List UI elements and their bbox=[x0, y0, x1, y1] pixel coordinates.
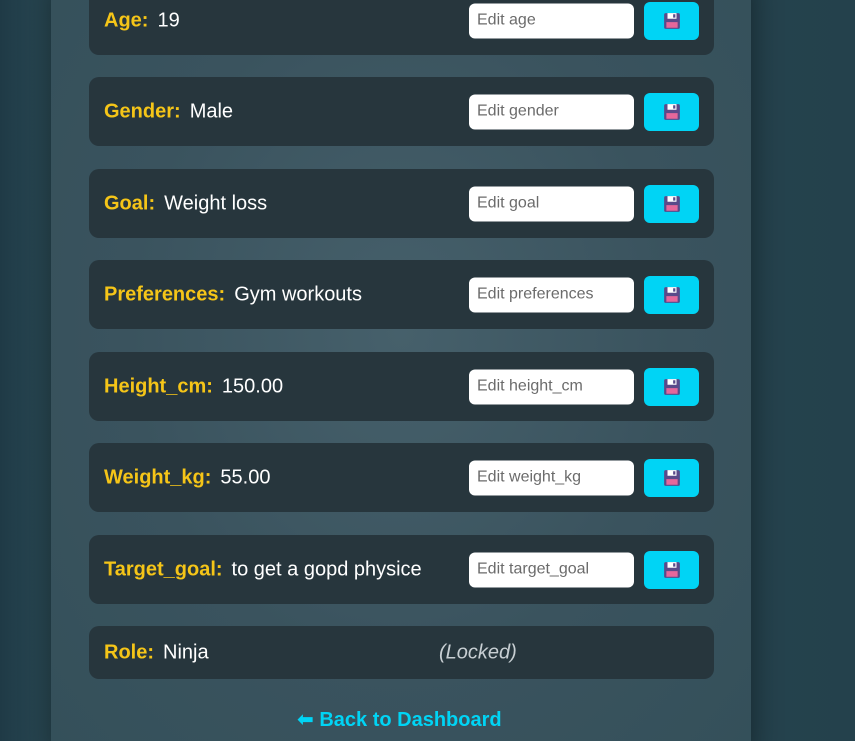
field-row-role: Role: Ninja (Locked) bbox=[89, 626, 714, 679]
floppy-disk-icon bbox=[663, 195, 680, 212]
field-row-weight-kg: Weight_kg: 55.00 bbox=[89, 443, 714, 512]
field-label-role: Role: Ninja bbox=[104, 641, 209, 663]
edit-weight-kg-input[interactable] bbox=[469, 460, 634, 495]
floppy-disk-icon bbox=[663, 103, 680, 120]
locked-status: (Locked) bbox=[439, 641, 517, 663]
back-to-dashboard-label: Back to Dashboard bbox=[319, 709, 502, 731]
field-row-age: Age: 19 bbox=[89, 0, 714, 55]
back-to-dashboard-link[interactable]: ⬅ Back to Dashboard bbox=[297, 707, 502, 732]
save-weight-kg-button[interactable] bbox=[644, 458, 699, 497]
save-gender-button[interactable] bbox=[644, 92, 699, 131]
save-preferences-button[interactable] bbox=[644, 275, 699, 314]
edit-goal-input[interactable] bbox=[469, 186, 634, 221]
arrow-left-icon: ⬅ bbox=[297, 709, 314, 731]
edit-target-goal-input[interactable] bbox=[469, 552, 634, 587]
edit-preferences-input[interactable] bbox=[469, 277, 634, 312]
field-value-target-goal: to get a gopd physice bbox=[231, 558, 422, 580]
floppy-disk-icon bbox=[663, 469, 680, 486]
save-height-cm-button[interactable] bbox=[644, 367, 699, 406]
field-label-goal: Goal: Weight loss bbox=[104, 192, 268, 214]
floppy-disk-icon bbox=[663, 561, 680, 578]
field-row-preferences: Preferences: Gym workouts bbox=[89, 260, 714, 329]
field-value-weight-kg: 55.00 bbox=[220, 466, 271, 488]
field-label-target-goal: Target_goal: to get a gopd physice bbox=[104, 558, 422, 580]
field-label-preferences: Preferences: Gym workouts bbox=[104, 283, 362, 305]
floppy-disk-icon bbox=[663, 378, 680, 395]
field-value-age: 19 bbox=[157, 9, 180, 31]
save-goal-button[interactable] bbox=[644, 184, 699, 223]
floppy-disk-icon bbox=[663, 286, 680, 303]
field-value-preferences: Gym workouts bbox=[234, 283, 362, 305]
field-value-gender: Male bbox=[189, 100, 234, 122]
field-row-goal: Goal: Weight loss bbox=[89, 169, 714, 238]
field-value-height-cm: 150.00 bbox=[221, 375, 284, 397]
field-label-age: Age: 19 bbox=[104, 9, 180, 31]
field-label-height-cm: Height_cm: 150.00 bbox=[104, 375, 284, 397]
field-label-weight-kg: Weight_kg: 55.00 bbox=[104, 466, 271, 488]
edit-gender-input[interactable] bbox=[469, 94, 634, 129]
field-row-gender: Gender: Male bbox=[89, 77, 714, 146]
save-target-goal-button[interactable] bbox=[644, 550, 699, 589]
field-label-gender: Gender: Male bbox=[104, 100, 234, 122]
floppy-disk-icon bbox=[663, 12, 680, 29]
field-row-target-goal: Target_goal: to get a gopd physice bbox=[89, 535, 714, 604]
field-value-role: Ninja bbox=[163, 641, 209, 663]
field-value-goal: Weight loss bbox=[164, 192, 268, 214]
field-row-height-cm: Height_cm: 150.00 bbox=[89, 352, 714, 421]
save-age-button[interactable] bbox=[644, 1, 699, 40]
edit-age-input[interactable] bbox=[469, 3, 634, 38]
edit-height-cm-input[interactable] bbox=[469, 369, 634, 404]
